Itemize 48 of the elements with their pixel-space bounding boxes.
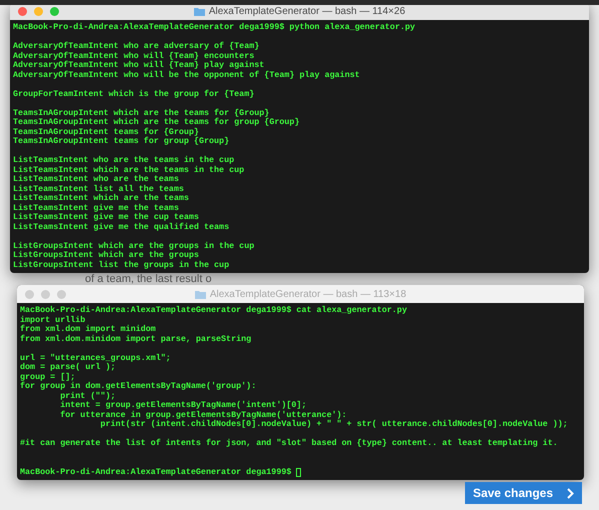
minimize-button[interactable]	[41, 290, 50, 299]
folder-icon	[194, 290, 206, 298]
terminal-line: ListGroupsIntent which are the groups in the cup	[13, 242, 254, 250]
terminal-line: for group in dom.getElementsByTagName('group'):	[20, 382, 256, 392]
terminal-line: ListTeamsIntent who are the teams in the cup	[13, 156, 234, 166]
terminal-line: import urllib	[20, 316, 86, 324]
minimize-button[interactable]	[34, 7, 43, 16]
zoom-button[interactable]	[50, 7, 59, 16]
terminal-line: ListGroupsIntent list the groups in the cup	[13, 260, 230, 270]
terminal-line: #it can generate the list of intents for json, and "slot" based on {type} content.. at least templating it.	[20, 439, 558, 448]
terminal-line: dom = parse( url );	[20, 363, 116, 372]
folder-icon	[194, 6, 205, 16]
terminal-line: TeamsInAGroupIntent which are the teams for {Group}	[13, 108, 270, 118]
terminal-line: intent = group.getElementsByTagName('intent')[0];	[59, 401, 306, 410]
terminal-line: print ("");	[59, 392, 116, 400]
terminal-line: print(str (intent.childNodes[0].nodeValue) + " " + str( utterance.childNodes[0].nodeValue ));	[99, 420, 568, 430]
page-text: of a team, the last result o	[85, 273, 212, 285]
terminal-line: MacBook-Pro-di-Andrea:AlexaTemplateGenerator dega1999$ python alexa_generator.py	[13, 23, 416, 32]
terminal-line: from xml.dom.minidom import parse, parseString	[20, 334, 252, 344]
terminal-line: ListTeamsIntent which are the teams	[13, 194, 189, 204]
terminal-line: TeamsInAGroupIntent teams for {Group}	[13, 128, 199, 136]
close-button[interactable]	[18, 7, 27, 16]
terminal-line: for utterance in group.getElementsByTagName('utterance'):	[59, 410, 347, 420]
terminal-line: ListTeamsIntent who are the teams	[13, 175, 179, 184]
terminal-line: ListTeamsIntent which are the teams in the cup	[13, 166, 244, 174]
terminal-line: ListGroupsIntent which are the groups	[13, 251, 199, 260]
terminal-line: ListTeamsIntent give me the cup teams	[13, 213, 199, 222]
terminal-line: AdversaryOfTeamIntent who will {Team} play against	[13, 61, 264, 70]
terminal-line: GroupForTeamIntent which is the group for {Team}	[13, 90, 254, 99]
terminal-line: AdversaryOfTeamIntent who will be the opponent of {Team} play against	[13, 70, 360, 80]
window-title: AlexaTemplateGenerator — bash — 114×26	[208, 5, 406, 18]
terminal-line: MacBook-Pro-di-Andrea:AlexaTemplateGenerator dega1999$ cat alexa_generator.py	[20, 306, 407, 316]
terminal-line: from xml.dom import minidom	[20, 325, 156, 334]
terminal-line: url = "utterances_groups.xml";	[20, 354, 171, 362]
terminal-line: group = [];	[20, 372, 76, 382]
terminal-line: AdversaryOfTeamIntent who will {Team} encounters	[13, 52, 254, 60]
close-button[interactable]	[25, 290, 34, 299]
terminal-line: ListTeamsIntent list all the teams	[13, 184, 184, 194]
terminal-line: AdversaryOfTeamIntent who are adversary of {Team}	[13, 42, 260, 52]
terminal-line: TeamsInAGroupIntent teams for group {Group}	[13, 137, 230, 146]
terminal-line: TeamsInAGroupIntent which are the teams for group {Group}	[13, 118, 300, 128]
zoom-button[interactable]	[57, 290, 66, 299]
terminal-line: ListTeamsIntent give me the teams	[13, 204, 179, 212]
terminal-line: MacBook-Pro-di-Andrea:AlexaTemplateGenerator dega1999$	[20, 468, 292, 477]
terminal-line: ListTeamsIntent give me the qualified teams	[13, 222, 230, 232]
save-button[interactable]: Save changes	[464, 482, 582, 504]
window-title: AlexaTemplateGenerator — bash — 113×18	[210, 288, 406, 302]
chevron-icon	[567, 488, 574, 498]
